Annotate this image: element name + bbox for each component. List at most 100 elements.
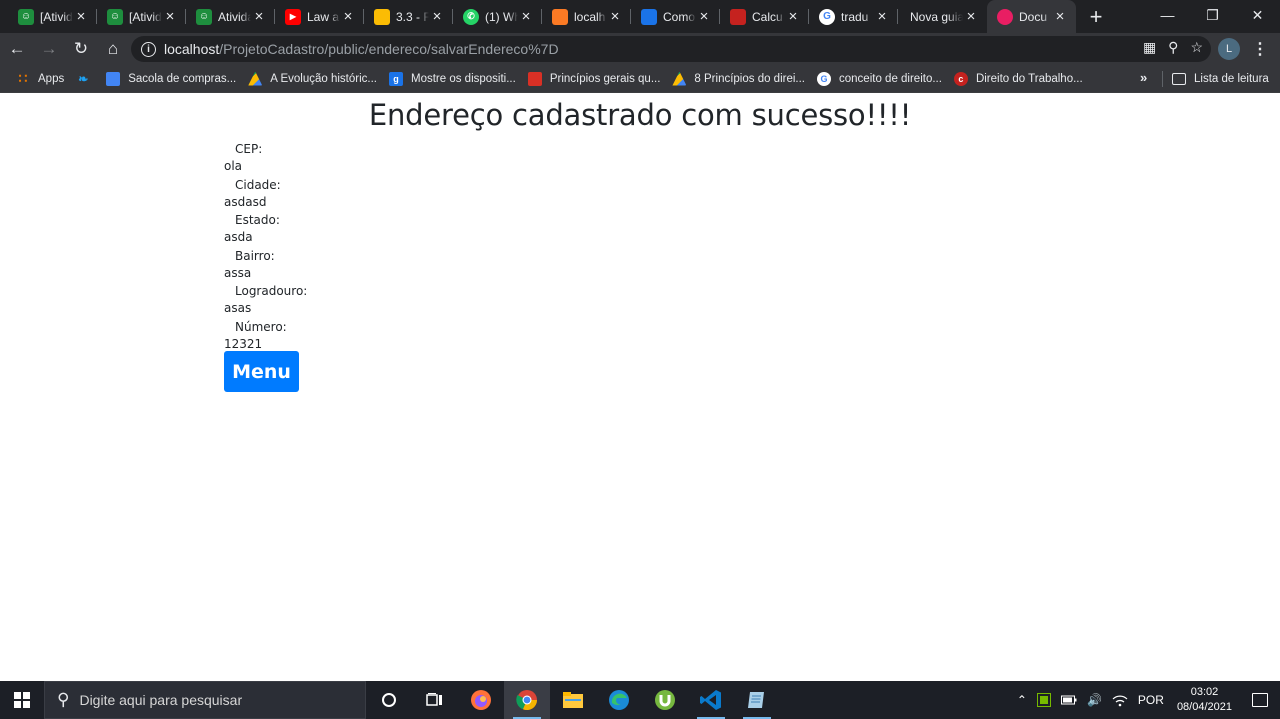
close-tab-icon[interactable]: ×: [429, 8, 445, 25]
windows-taskbar: ⚲ Digite aqui para pesquisar ⌃ 🔊 POR 03:…: [0, 681, 1280, 719]
system-clock[interactable]: 03:02 08/04/2021: [1177, 685, 1232, 715]
zoom-icon[interactable]: ⚲: [1168, 39, 1178, 56]
browser-tab[interactable]: Docu ×: [987, 0, 1076, 33]
close-tab-icon[interactable]: ×: [696, 8, 712, 25]
utorrent-icon[interactable]: [642, 681, 688, 719]
menu-button[interactable]: Menu: [224, 351, 299, 392]
translate-icon[interactable]: ▦: [1143, 39, 1156, 56]
close-icon[interactable]: ✕: [1235, 0, 1280, 30]
url-path: /ProjetoCadastro/public/endereco/salvarE…: [219, 41, 559, 57]
chevron-up-icon[interactable]: ⌃: [1017, 693, 1027, 707]
apps-grid-icon: ∷: [18, 70, 28, 86]
g-icon: g: [389, 71, 403, 86]
close-tab-icon[interactable]: ×: [340, 8, 356, 25]
close-tab-icon[interactable]: ×: [785, 8, 801, 25]
bookmark-red-icon: [527, 71, 542, 86]
tab-title: Calcu: [752, 9, 783, 24]
reading-list-button[interactable]: Lista de leitura: [1172, 68, 1269, 90]
start-button[interactable]: [0, 681, 44, 719]
bookmark-item[interactable]: Princípios gerais qu...: [522, 67, 667, 91]
bookmark-item[interactable]: ∷ Apps: [10, 67, 70, 91]
browser-tab[interactable]: Calcu ×: [720, 0, 809, 33]
search-icon: ⚲: [57, 690, 70, 709]
reload-icon[interactable]: ↻: [66, 35, 96, 63]
wifi-icon[interactable]: [1112, 693, 1128, 707]
bookmarks-bar: ∷ Apps ❧ Sacola de compras... A Evolução his…: [0, 65, 1280, 93]
taskbar-search[interactable]: ⚲ Digite aqui para pesquisar: [44, 681, 366, 719]
browser-tab[interactable]: 3.3 - F ×: [364, 0, 453, 33]
profile-avatar[interactable]: L: [1218, 38, 1240, 60]
close-tab-icon[interactable]: ×: [162, 8, 178, 25]
close-tab-icon[interactable]: ×: [607, 8, 623, 25]
volume-icon[interactable]: 🔊: [1087, 693, 1102, 707]
browser-tab[interactable]: ☺ [Ativid ×: [97, 0, 186, 33]
close-tab-icon[interactable]: ×: [518, 8, 534, 25]
notifications-icon[interactable]: [1240, 681, 1280, 719]
bookmark-label: Apps: [38, 72, 65, 85]
browser-tab[interactable]: Gtradu ×: [809, 0, 898, 33]
bookmark-star-icon[interactable]: ☆: [1190, 39, 1203, 56]
close-tab-icon[interactable]: ×: [1052, 8, 1068, 25]
bookmarks-overflow-button[interactable]: »: [1140, 70, 1147, 85]
field-label: Logradouro:: [235, 284, 308, 298]
firefox-icon[interactable]: [458, 681, 504, 719]
task-view-icon[interactable]: [412, 681, 458, 719]
bookmark-label: A Evolução históric...: [270, 72, 377, 85]
tab-strip: ☺[Ativid×☺[Ativid×☺Ativida×▶Law an×3.3 -…: [0, 0, 1280, 33]
tabs: ☺[Ativid×☺[Ativid×☺Ativida×▶Law an×3.3 -…: [0, 0, 1076, 33]
url-text[interactable]: localhost/ProjetoCadastro/public/enderec…: [164, 41, 559, 57]
minimize-icon[interactable]: —: [1145, 0, 1190, 30]
browser-tab[interactable]: ✆ (1) Wh ×: [453, 0, 542, 33]
language-indicator[interactable]: POR: [1138, 693, 1164, 707]
field-label: CEP:: [235, 142, 263, 156]
shopping-bag-icon: [106, 71, 121, 86]
browser-tab[interactable]: ☺ Ativida ×: [186, 0, 275, 33]
home-icon[interactable]: ⌂: [98, 35, 128, 63]
browser-tab[interactable]: ☺ [Ativid ×: [8, 0, 97, 33]
bookmark-label: Sacola de compras...: [128, 72, 237, 85]
google-icon: G: [817, 71, 832, 86]
chrome-icon[interactable]: [504, 681, 550, 719]
back-icon[interactable]: ←: [2, 35, 32, 63]
tab-title: 3.3 - F: [396, 9, 429, 24]
omnibox-actions: ▦ ⚲ ☆: [1143, 39, 1203, 56]
forward-icon[interactable]: →: [34, 35, 64, 63]
new-tab-button[interactable]: +: [1082, 0, 1110, 33]
address-bar[interactable]: i localhost/ProjetoCadastro/public/ender…: [131, 36, 1211, 62]
vscode-icon[interactable]: [688, 681, 734, 719]
bookmark-item[interactable]: ❧: [70, 67, 100, 91]
site-info-icon[interactable]: i: [141, 41, 156, 57]
bookmark-item[interactable]: Gconceito de direito...: [811, 67, 948, 91]
tab-title: Nova guia: [910, 9, 963, 24]
file-explorer-icon[interactable]: [550, 681, 596, 719]
close-tab-icon[interactable]: ×: [73, 8, 89, 25]
tab-title: tradu: [841, 9, 869, 24]
browser-tab[interactable]: ▶ Law an×: [275, 0, 364, 33]
window-controls: — ❐ ✕: [1145, 0, 1280, 30]
browser-toolbar: ← → ↻ ⌂ i localhost/ProjetoCadastro/publ…: [0, 33, 1280, 65]
close-tab-icon[interactable]: ×: [963, 8, 979, 25]
bookmark-item[interactable]: g Mostre os dispositi...: [383, 67, 522, 91]
bookmark-item[interactable]: Sacola de compras...: [100, 67, 242, 91]
tab-title: Como: [663, 9, 696, 24]
close-tab-icon[interactable]: ×: [874, 8, 890, 25]
bookmark-item[interactable]: 8 Princípios do direi...: [666, 67, 811, 91]
menu-kebab-icon[interactable]: ⋮: [1250, 39, 1270, 59]
browser-tab[interactable]: Nova guia ×: [898, 0, 987, 33]
edge-icon[interactable]: [596, 681, 642, 719]
bookmark-label: Princípios gerais qu...: [549, 72, 661, 85]
cortana-icon[interactable]: [366, 681, 412, 719]
browser-tab[interactable]: localh ×: [542, 0, 631, 33]
browser-tab[interactable]: Como ×: [631, 0, 720, 33]
battery-icon[interactable]: [1060, 694, 1077, 706]
reading-list-icon: [1172, 73, 1186, 85]
restore-icon[interactable]: ❐: [1190, 0, 1235, 30]
nvidia-icon[interactable]: [1036, 693, 1051, 707]
notepad-icon[interactable]: [734, 681, 780, 719]
bookmark-item[interactable]: c Direito do Trabalho...: [948, 67, 1089, 91]
address-fields: CEP: ola Cidade: asdasd Estado: asda Bairro: as…: [224, 140, 307, 353]
bookmark-item[interactable]: A Evolução históric...: [242, 67, 383, 91]
close-tab-icon[interactable]: ×: [251, 8, 267, 25]
drive-icon: [248, 71, 263, 86]
page-title: Endereço cadastrado com sucesso!!!!: [368, 98, 912, 132]
